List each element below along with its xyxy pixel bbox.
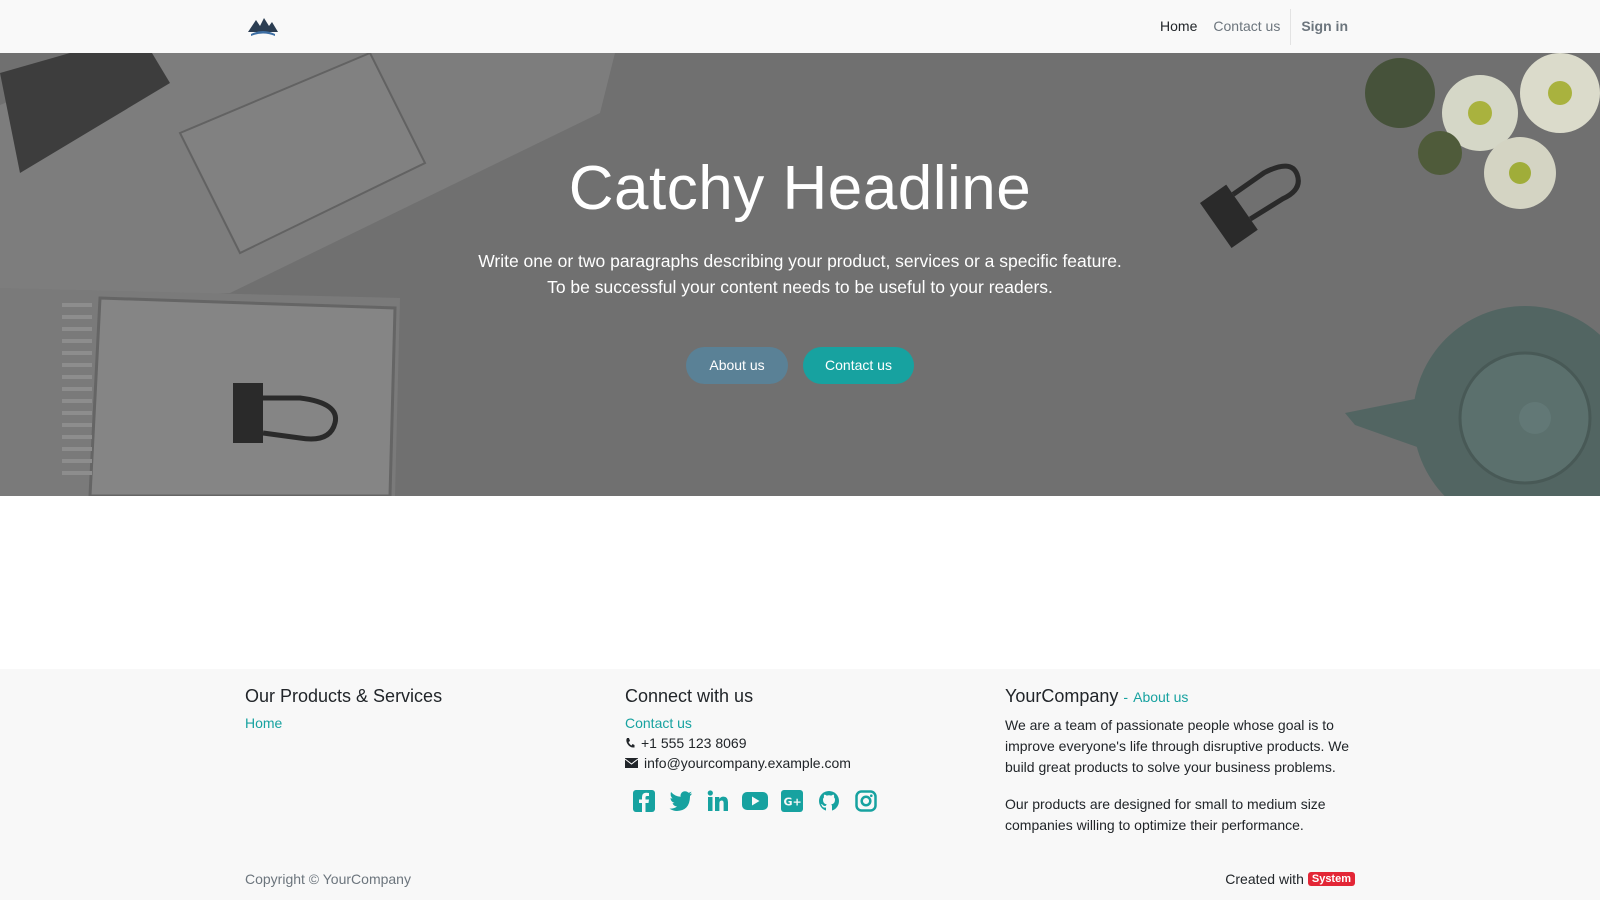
- company-paragraph-2: Our products are designed for small to m…: [1005, 796, 1326, 833]
- email-address: info@yourcompany.example.com: [644, 755, 851, 771]
- phone-number: +1 555 123 8069: [641, 735, 747, 751]
- linkedin-icon[interactable]: [699, 788, 736, 814]
- facebook-icon[interactable]: [625, 788, 662, 814]
- top-navbar: Home Contact us Sign in: [0, 0, 1600, 53]
- email-line: info@yourcompany.example.com: [625, 755, 985, 771]
- heading-dash: -: [1123, 689, 1129, 705]
- twitter-icon[interactable]: [662, 788, 699, 814]
- contact-us-button[interactable]: Contact us: [803, 347, 914, 384]
- about-us-button[interactable]: About us: [686, 347, 788, 384]
- footer-products-column: Our Products & Services Home: [245, 669, 605, 731]
- products-heading: Our Products & Services: [245, 686, 443, 706]
- system-badge[interactable]: System: [1307, 872, 1355, 886]
- phone-icon: [626, 738, 635, 748]
- company-logo[interactable]: [247, 14, 279, 38]
- connect-heading: Connect with us: [625, 686, 754, 706]
- copyright-text: Copyright © YourCompany: [245, 871, 411, 887]
- phone-line: +1 555 123 8069: [625, 735, 985, 751]
- hero-banner: Catchy Headline Write one or two paragra…: [0, 53, 1600, 496]
- nav-divider: [1290, 8, 1292, 45]
- hero-description-line2: To be successful your content needs to b…: [547, 277, 1053, 297]
- github-icon[interactable]: [810, 788, 847, 814]
- main-nav: Home Contact us Sign in: [1152, 0, 1356, 53]
- hero-headline: Catchy Headline: [568, 154, 1032, 223]
- footer: Our Products & Services Home Connect wit…: [0, 669, 1600, 900]
- youtube-icon[interactable]: [736, 788, 773, 814]
- instagram-icon[interactable]: [847, 788, 884, 814]
- envelope-icon: [625, 758, 638, 768]
- company-name: YourCompany: [1005, 686, 1119, 706]
- footer-company-column: YourCompany - About us We are a team of …: [1005, 669, 1355, 836]
- sign-in-link[interactable]: Sign in: [1293, 0, 1356, 53]
- nav-contact-link[interactable]: Contact us: [1205, 0, 1288, 53]
- company-heading: YourCompany - About us: [1005, 686, 1355, 707]
- footer-about-link[interactable]: About us: [1133, 689, 1188, 705]
- hero-description: Write one or two paragraphs describing y…: [0, 248, 1600, 300]
- company-paragraph-1: We are a team of passionate people whose…: [1005, 717, 1350, 775]
- nav-home-link[interactable]: Home: [1152, 0, 1205, 53]
- footer-connect-column: Connect with us Contact us +1 555 123 80…: [625, 669, 985, 814]
- google-plus-icon[interactable]: G+: [773, 788, 810, 814]
- footer-home-link[interactable]: Home: [245, 715, 605, 731]
- hero-description-line1: Write one or two paragraphs describing y…: [478, 251, 1122, 271]
- created-with: Created with System: [1225, 871, 1355, 887]
- created-with-label: Created with: [1225, 871, 1304, 887]
- svg-text:G+: G+: [783, 796, 801, 809]
- social-links: G+: [625, 788, 985, 814]
- footer-contact-link[interactable]: Contact us: [625, 715, 985, 731]
